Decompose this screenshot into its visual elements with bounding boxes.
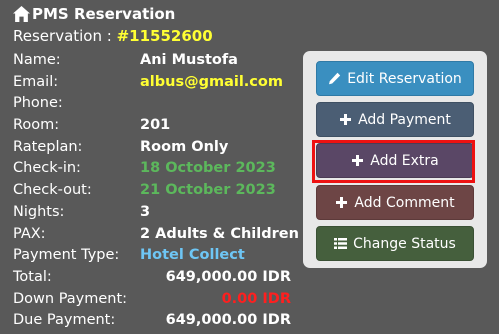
detail-row-checkout: Check-out: 21 October 2023 <box>13 180 303 202</box>
name-label: Name: <box>13 52 61 68</box>
detail-row-nights: Nights: 3 <box>13 202 303 224</box>
room-value: 201 <box>140 117 171 134</box>
down-payment-label: Down Payment: <box>13 290 128 307</box>
add-extra-button[interactable]: Add Extra <box>316 143 474 178</box>
checkin-label: Check-in: <box>13 160 81 177</box>
edit-reservation-label: Edit Reservation <box>347 70 462 87</box>
email-value: albus@gmail.com <box>140 73 283 90</box>
detail-row-room: Room: 201 <box>13 115 303 137</box>
plus-icon <box>352 155 364 166</box>
detail-row-phone: Phone: <box>13 93 303 115</box>
add-comment-button[interactable]: Add Comment <box>316 185 474 220</box>
home-icon <box>13 6 30 22</box>
add-comment-label: Add Comment <box>354 194 455 211</box>
detail-row-due-payment: Due Payment: 649,000.00 IDR <box>13 310 303 332</box>
checkout-label: Check-out: <box>13 182 92 199</box>
detail-row-payment-type: Payment Type: Hotel Collect <box>13 245 303 267</box>
checkin-value: 18 October 2023 <box>140 160 276 177</box>
payment-type-value: Hotel Collect <box>140 247 245 264</box>
nights-label: Nights: <box>13 203 65 220</box>
add-payment-button[interactable]: Add Payment <box>316 102 474 137</box>
email-label: Email: <box>13 73 59 90</box>
detail-row-email: Email: albus@gmail.com <box>13 72 303 94</box>
pencil-icon <box>329 72 341 85</box>
title-text: PMS Reservation <box>32 5 176 23</box>
reservation-line: Reservation : #11552600 <box>13 27 213 45</box>
detail-row-total: Total: 649,000.00 IDR <box>13 267 303 289</box>
edit-reservation-button[interactable]: Edit Reservation <box>316 61 474 96</box>
down-payment-value: 0.00 IDR <box>221 290 291 307</box>
pax-label: PAX: <box>13 225 46 242</box>
change-status-button[interactable]: Change Status <box>316 226 474 261</box>
detail-row-down-payment: Down Payment: 0.00 IDR <box>13 289 303 311</box>
phone-label: Phone: <box>13 95 63 112</box>
reservation-label: Reservation : <box>13 27 117 45</box>
add-extra-label: Add Extra <box>370 152 439 169</box>
plus-icon <box>340 114 352 125</box>
due-payment-value: 649,000.00 IDR <box>165 312 291 329</box>
detail-row-rateplan: Rateplan: Room Only <box>13 137 303 159</box>
change-status-label: Change Status <box>353 235 456 252</box>
due-payment-label: Due Payment: <box>13 312 116 329</box>
detail-row-pax: PAX: 2 Adults & Children <box>13 224 303 246</box>
plus-icon <box>336 197 348 208</box>
detail-row-name: Name: Ani Mustofa <box>13 50 303 72</box>
name-value: Ani Mustofa <box>140 52 238 68</box>
page-title: PMS Reservation <box>13 5 175 23</box>
actions-panel: Edit Reservation Add Payment Add Extra A… <box>303 51 487 268</box>
pax-value: 2 Adults & Children <box>140 225 299 242</box>
reservation-details: Name: Ani Mustofa Email: albus@gmail.com… <box>13 50 303 332</box>
detail-row-checkin: Check-in: 18 October 2023 <box>13 158 303 180</box>
total-value: 649,000.00 IDR <box>165 268 291 285</box>
add-payment-label: Add Payment <box>358 111 451 128</box>
rateplan-value: Room Only <box>140 138 229 155</box>
payment-type-label: Payment Type: <box>13 247 120 264</box>
reservation-number: #11552600 <box>116 27 213 45</box>
total-label: Total: <box>13 268 52 285</box>
room-label: Room: <box>13 117 60 134</box>
rateplan-label: Rateplan: <box>13 138 83 155</box>
list-icon <box>334 238 348 249</box>
checkout-value: 21 October 2023 <box>140 182 276 199</box>
nights-value: 3 <box>140 203 151 220</box>
